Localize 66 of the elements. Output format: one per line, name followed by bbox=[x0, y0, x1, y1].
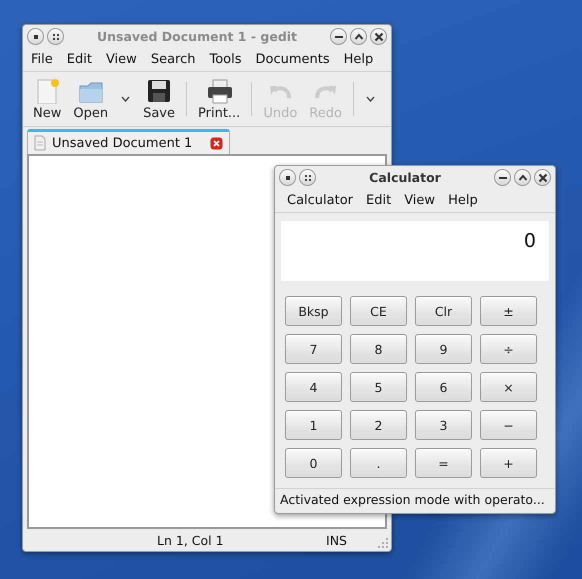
calculator-key[interactable]: 0 bbox=[285, 448, 342, 478]
menu-item[interactable]: View bbox=[404, 192, 436, 208]
calculator-key[interactable]: 3 bbox=[415, 410, 472, 440]
menu-item[interactable]: Help bbox=[448, 192, 478, 208]
calculator-key[interactable]: Bksp bbox=[285, 296, 342, 326]
window-menu-button[interactable] bbox=[27, 28, 44, 45]
close-icon bbox=[538, 172, 548, 182]
calculator-key[interactable]: 9 bbox=[415, 334, 472, 364]
status-message: Activated expression mode with operato... bbox=[275, 488, 555, 513]
chevron-down-icon bbox=[366, 96, 375, 102]
menu-item[interactable]: Tools bbox=[209, 52, 242, 66]
window-title: Calculator bbox=[368, 170, 442, 185]
close-tab-button[interactable] bbox=[210, 136, 224, 150]
menu-item[interactable]: View bbox=[106, 52, 137, 66]
menu-item[interactable]: Calculator bbox=[287, 192, 354, 208]
sticky-button[interactable] bbox=[47, 28, 64, 45]
document-icon bbox=[34, 135, 46, 151]
menu-item[interactable]: Help bbox=[344, 52, 374, 66]
minimize-button[interactable] bbox=[494, 169, 511, 186]
calculator-key[interactable]: 6 bbox=[415, 372, 472, 402]
menu-item[interactable]: Search bbox=[150, 52, 196, 66]
calculator-key[interactable]: + bbox=[480, 448, 537, 478]
caret-up-icon bbox=[354, 32, 364, 42]
close-icon bbox=[210, 136, 224, 150]
insert-mode: INS bbox=[326, 532, 347, 548]
sticky-button[interactable] bbox=[299, 169, 316, 186]
resize-grip-icon bbox=[378, 538, 388, 548]
calculator-key[interactable]: 2 bbox=[350, 410, 407, 440]
dots-icon bbox=[304, 174, 312, 182]
menu-item[interactable]: Edit bbox=[366, 192, 392, 208]
window-menu-button[interactable] bbox=[279, 169, 296, 186]
calculator-display: 0 bbox=[281, 221, 549, 281]
calculator-key[interactable]: × bbox=[480, 372, 537, 402]
calculator-key[interactable]: Clr bbox=[415, 296, 472, 326]
toolbar-button[interactable]: Save bbox=[139, 76, 180, 122]
dots-icon bbox=[52, 32, 60, 40]
chevron-down-icon bbox=[121, 96, 130, 102]
maximize-button[interactable] bbox=[514, 169, 531, 186]
printer-icon bbox=[206, 78, 232, 104]
calculator-key[interactable]: − bbox=[480, 410, 537, 440]
cursor-position: Ln 1, Col 1 bbox=[157, 532, 224, 548]
close-button[interactable] bbox=[370, 28, 387, 45]
menu-item[interactable]: Documents bbox=[256, 52, 330, 66]
calculator-key[interactable]: = bbox=[415, 448, 472, 478]
document-tab[interactable]: Unsaved Document 1 bbox=[27, 129, 230, 154]
calculator-key[interactable]: 8 bbox=[350, 334, 407, 364]
calculator-key[interactable]: ± bbox=[480, 296, 537, 326]
close-button[interactable] bbox=[534, 169, 551, 186]
calculator-key[interactable]: ÷ bbox=[480, 334, 537, 364]
toolbar-button[interactable]: New bbox=[29, 76, 66, 122]
menu-item[interactable]: Edit bbox=[66, 52, 92, 66]
toolbar-button[interactable]: Open bbox=[69, 76, 112, 122]
caret-up-icon bbox=[518, 172, 528, 182]
close-icon bbox=[374, 32, 384, 42]
calculator-key[interactable]: 7 bbox=[285, 334, 342, 364]
menu-item[interactable]: File bbox=[31, 52, 53, 66]
toolbar-button[interactable]: Print... bbox=[194, 76, 244, 122]
calculator-key[interactable]: 5 bbox=[350, 372, 407, 402]
minimize-button[interactable] bbox=[330, 28, 347, 45]
calculator-key[interactable]: 1 bbox=[285, 410, 342, 440]
calculator-key[interactable]: CE bbox=[350, 296, 407, 326]
calculator-key[interactable]: 4 bbox=[285, 372, 342, 402]
window-title: Unsaved Document 1 - gedit bbox=[96, 29, 298, 44]
maximize-button[interactable] bbox=[350, 28, 367, 45]
calculator-key[interactable]: . bbox=[350, 448, 407, 478]
tab-label: Unsaved Document 1 bbox=[52, 136, 192, 150]
